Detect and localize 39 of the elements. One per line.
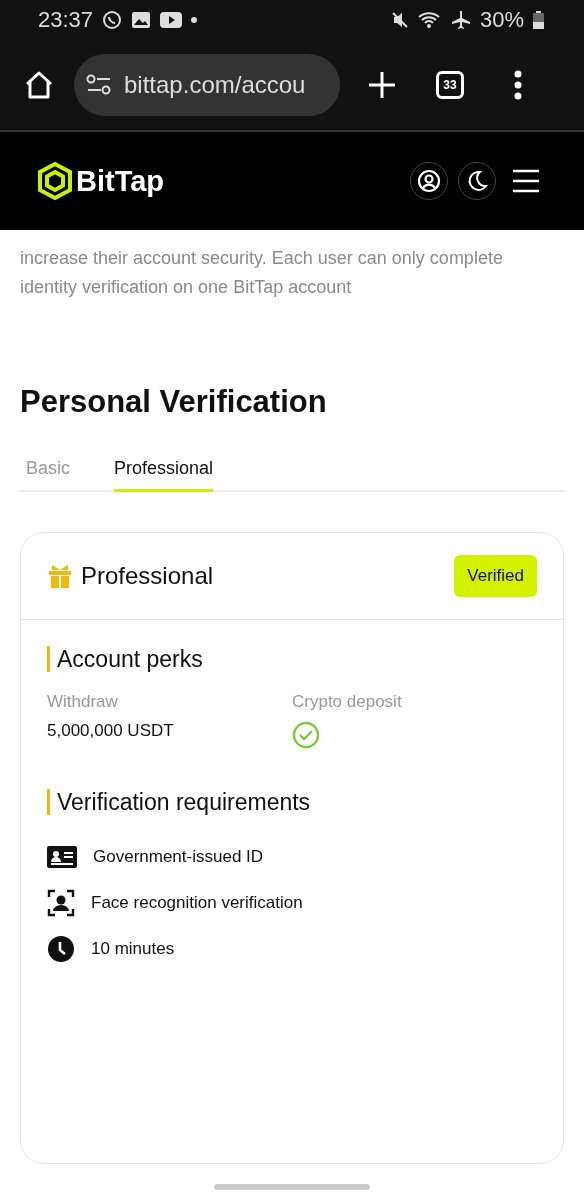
- airplane-icon: [450, 10, 471, 30]
- section-title: Account perks: [47, 646, 537, 672]
- section-title: Verification requirements: [47, 789, 537, 815]
- wifi-icon: [417, 11, 442, 29]
- perk-label: Withdraw: [47, 692, 118, 712]
- gift-icon: [47, 563, 73, 589]
- address-bar[interactable]: bittap.com/accou: [74, 54, 340, 116]
- dot-icon: [191, 17, 198, 23]
- requirement-text: Face recognition verification: [91, 893, 303, 913]
- status-badge: Verified: [454, 555, 537, 597]
- image-icon: [131, 11, 152, 29]
- tab-count-button[interactable]: 33: [436, 71, 464, 99]
- face-scan-icon: [47, 889, 75, 917]
- requirement-text: Government-issued ID: [93, 847, 264, 867]
- play-icon: [160, 12, 183, 28]
- page-heading: Personal Verification: [20, 384, 328, 420]
- menu-icon[interactable]: [512, 169, 540, 193]
- clock-icon: [47, 935, 75, 963]
- battery-icon: [533, 11, 544, 29]
- tab[interactable]: Professional: [114, 458, 214, 492]
- logo-wordmark[interactable]: BitTap: [76, 164, 165, 198]
- account-icon[interactable]: [410, 162, 448, 200]
- home-icon[interactable]: [24, 70, 54, 100]
- card-title: Professional: [81, 562, 214, 590]
- check-circle-icon: [292, 721, 320, 749]
- chat-icon: [102, 10, 123, 30]
- logo-icon[interactable]: [38, 162, 72, 200]
- requirement-text: 10 minutes: [91, 939, 175, 959]
- perk-value: 5,000,000 USDT: [47, 721, 174, 741]
- id-card-icon: [47, 846, 77, 868]
- mute-icon: [390, 11, 409, 29]
- site-settings-icon[interactable]: [86, 74, 112, 96]
- dark-mode-icon[interactable]: [458, 162, 496, 200]
- intro-text: increase their account security. Each user can only complete identity verification on one BitTap account: [20, 247, 504, 299]
- battery-percent: 30%: [479, 7, 524, 33]
- status-time: 23:37: [38, 7, 94, 33]
- new-tab-icon[interactable]: [368, 71, 396, 99]
- more-menu-icon[interactable]: [514, 70, 522, 100]
- perk-label: Crypto deposit: [292, 692, 402, 712]
